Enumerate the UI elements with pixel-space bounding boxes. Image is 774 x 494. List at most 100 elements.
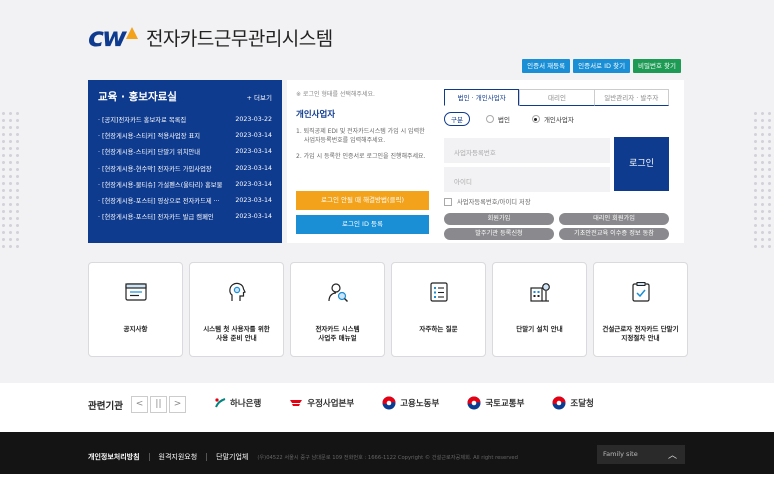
notice-item-date: 2023-03-22	[235, 115, 272, 123]
card-label: 자주하는 질문	[419, 325, 458, 333]
tab-corporate[interactable]: 법인 · 개인사업자	[444, 89, 520, 106]
family-site-select[interactable]: Family site ︿	[597, 445, 685, 464]
logo-label: 국토교통부	[485, 399, 525, 409]
pps-logo[interactable]: 조달청	[552, 396, 594, 410]
top-button-group: 인증서 재등록 인증서로 ID 찾기 비밀번호 찾기	[522, 59, 681, 73]
notice-item[interactable]: · [현장게시용-물티슈] 가설펜스(울타리) 홍보물 2023-03-14	[98, 176, 272, 192]
notice-title: 교육 · 홍보자료실	[98, 91, 177, 103]
cw-logo-mark: cw	[88, 22, 127, 53]
card-label: 공지사항	[123, 325, 148, 333]
moel-logo[interactable]: 고용노동부	[382, 396, 439, 410]
notice-item[interactable]: · [현장게시용-스티커] 단말기 위치안내 2023-03-14	[98, 144, 272, 160]
user-search-icon	[328, 283, 348, 302]
tab-agent[interactable]: 대리인	[519, 89, 594, 106]
radio-corporate-label: 법인	[497, 116, 510, 124]
decor-dots-right	[752, 110, 774, 250]
login-tabs: 법인 · 개인사업자 대리인 일반관리자 · 발주자	[444, 89, 669, 106]
notice-item-title: · [현장게시용-물티슈] 가설펜스(울타리) 홍보물	[98, 181, 223, 189]
radio-corporate[interactable]	[485, 115, 494, 123]
related-logos: 하나은행 우정사업본부 고용노동부 국토교통부 조달청	[214, 396, 622, 410]
login-button[interactable]: 로그인	[614, 137, 669, 191]
member-button-group: 회원가입 대리인 회원가입 발주기관 등록신청 기초안전교육 이수증 정보 동참	[444, 213, 669, 240]
orderer-register-button[interactable]: 발주기관 등록신청	[444, 228, 554, 240]
notice-item-date: 2023-03-14	[235, 197, 272, 205]
notice-item[interactable]: · [현장게시용-스티커] 적용사업장 표지 2023-03-14	[98, 127, 272, 143]
notice-board-icon	[125, 283, 147, 301]
notice-item[interactable]: · [현장게시용-현수막] 전자카드 가입사업장 2023-03-14	[98, 160, 272, 176]
find-password-button[interactable]: 비밀번호 찾기	[633, 59, 681, 73]
next-arrow-icon[interactable]: >	[168, 396, 186, 413]
site-logo[interactable]: cw 전자카드근무관리시스템	[88, 22, 333, 53]
notice-panel: 교육 · 홍보자료실 + 더보기 · [공지]전자카드 홍보자료 목록집 2023…	[88, 80, 282, 243]
family-site-label: Family site	[603, 450, 638, 458]
notice-item-date: 2023-03-14	[235, 180, 272, 188]
signup-button[interactable]: 회원가입	[444, 213, 554, 225]
login-type-row: 구분 법인 개인사업자	[444, 112, 669, 126]
radio-individual-label: 개인사업자	[543, 116, 574, 124]
gear-head-icon	[229, 282, 246, 301]
login-id-register-button[interactable]: 로그인 ID 등록	[296, 215, 429, 234]
postal-logo[interactable]: 우정사업본부	[289, 397, 354, 409]
related-orgs-bar: 관련기관 < || >	[88, 396, 188, 413]
gov-emblem-icon	[552, 396, 566, 410]
hana-bank-logo[interactable]: 하나은행	[214, 397, 261, 409]
quick-menu: 공지사항 시스템 첫 사용자를 위한 사용 준비 안내 전자카드 시스템 사업주…	[88, 262, 688, 357]
reregister-cert-button[interactable]: 인증서 재등록	[522, 59, 571, 73]
privacy-policy-link[interactable]: 개인정보처리방침	[88, 452, 140, 462]
save-id-checkbox[interactable]	[444, 197, 452, 206]
postal-wing-icon	[290, 400, 303, 406]
agent-signup-button[interactable]: 대리인 회원가입	[559, 213, 669, 225]
logo-label: 하나은행	[230, 399, 262, 409]
card-label: 시스템 첫 사용자를 위한 사용 준비 안내	[203, 325, 270, 342]
remote-support-link[interactable]: 원격지원요청	[159, 452, 198, 462]
id-input[interactable]: 아이디	[444, 167, 610, 192]
notice-item-title: · [현장게시용-스티커] 단말기 위치안내	[98, 149, 201, 157]
logo-label: 고용노동부	[400, 399, 440, 409]
footer-links: 개인정보처리방침 원격지원요청 단말기업체 (우)04522 서울시 중구 남대…	[88, 452, 518, 462]
checklist-icon	[632, 282, 650, 302]
card-owner-manual[interactable]: 전자카드 시스템 사업주 매뉴얼	[290, 262, 385, 357]
notice-item-title: · [공지]전자카드 홍보자료 목록집	[98, 116, 187, 124]
card-first-user-guide[interactable]: 시스템 첫 사용자를 위한 사용 준비 안내	[189, 262, 284, 357]
find-id-by-cert-button[interactable]: 인증서로 ID 찾기	[573, 59, 631, 73]
safety-edu-button[interactable]: 기초안전교육 이수증 정보 동참	[559, 228, 669, 240]
pause-icon[interactable]: ||	[149, 396, 167, 413]
card-terminal-procedure[interactable]: 건설근로자 전자카드 단말기 지정절차 안내	[593, 262, 688, 357]
logo-caret-icon	[125, 26, 138, 39]
notice-item-title: · [현장게시용-현수막] 전자카드 가입사업장	[98, 165, 212, 173]
hana-bank-icon	[215, 398, 226, 408]
login-help-button[interactable]: 로그인 안될 때 해결방법(클릭)	[296, 191, 429, 210]
footer-address: (우)04522 서울시 중구 남대문로 109 전화번호 : 1666-112…	[257, 454, 518, 461]
notice-item[interactable]: · [현장게시용-포스터] 영상으로 전자카드제 ··· 2023-03-14	[98, 192, 272, 208]
card-label: 전자카드 시스템 사업주 매뉴얼	[315, 325, 360, 342]
save-id-label: 사업자등록번호/아이디 저장	[457, 199, 531, 206]
login-panel: ※ 로그인 형태를 선택해주세요. 개인사업자 1. 퇴직공제 EDI 및 전자…	[287, 80, 684, 243]
notice-item-title: · [현장게시용-포스터] 영상으로 전자카드제 ···	[98, 198, 220, 206]
save-id-row[interactable]: 사업자등록번호/아이디 저장	[444, 197, 531, 206]
molit-logo[interactable]: 국토교통부	[467, 396, 524, 410]
terminal-vendor-link[interactable]: 단말기업체	[216, 452, 248, 462]
bizno-input[interactable]: 사업자등록번호	[444, 138, 610, 163]
card-label: 단말기 설치 안내	[516, 325, 563, 333]
card-faq[interactable]: 자주하는 질문	[391, 262, 486, 357]
login-step-2: 2. 가입 시 등록한 인증서로 로그인을 진행해주세요.	[296, 153, 426, 160]
tab-admin[interactable]: 일반관리자 · 발주자	[593, 89, 669, 106]
notice-more-link[interactable]: + 더보기	[247, 92, 272, 102]
notice-item[interactable]: · [공지]전자카드 홍보자료 목록집 2023-03-22	[98, 111, 272, 127]
gov-emblem-icon	[467, 396, 481, 410]
login-guide: ※ 로그인 형태를 선택해주세요. 개인사업자 1. 퇴직공제 EDI 및 전자…	[296, 89, 429, 234]
notice-item-date: 2023-03-14	[235, 131, 272, 139]
divider	[148, 453, 150, 461]
logo-label: 우정사업본부	[307, 399, 355, 409]
notice-item[interactable]: · [현장게시용-포스터] 전자카드 발급 캠페인 2023-03-14	[98, 209, 272, 225]
notice-item-title: · [현장게시용-포스터] 전자카드 발급 캠페인	[98, 214, 214, 222]
prev-arrow-icon[interactable]: <	[130, 396, 148, 413]
card-label: 건설근로자 전자카드 단말기 지정절차 안내	[602, 325, 679, 342]
related-title: 관련기관	[88, 400, 123, 412]
card-notice[interactable]: 공지사항	[88, 262, 183, 357]
faq-list-icon	[430, 282, 448, 302]
radio-individual[interactable]	[531, 115, 540, 123]
card-terminal-install[interactable]: 단말기 설치 안내	[492, 262, 587, 357]
logo-label: 조달청	[570, 399, 594, 409]
login-type-heading: 개인사업자	[296, 110, 336, 120]
